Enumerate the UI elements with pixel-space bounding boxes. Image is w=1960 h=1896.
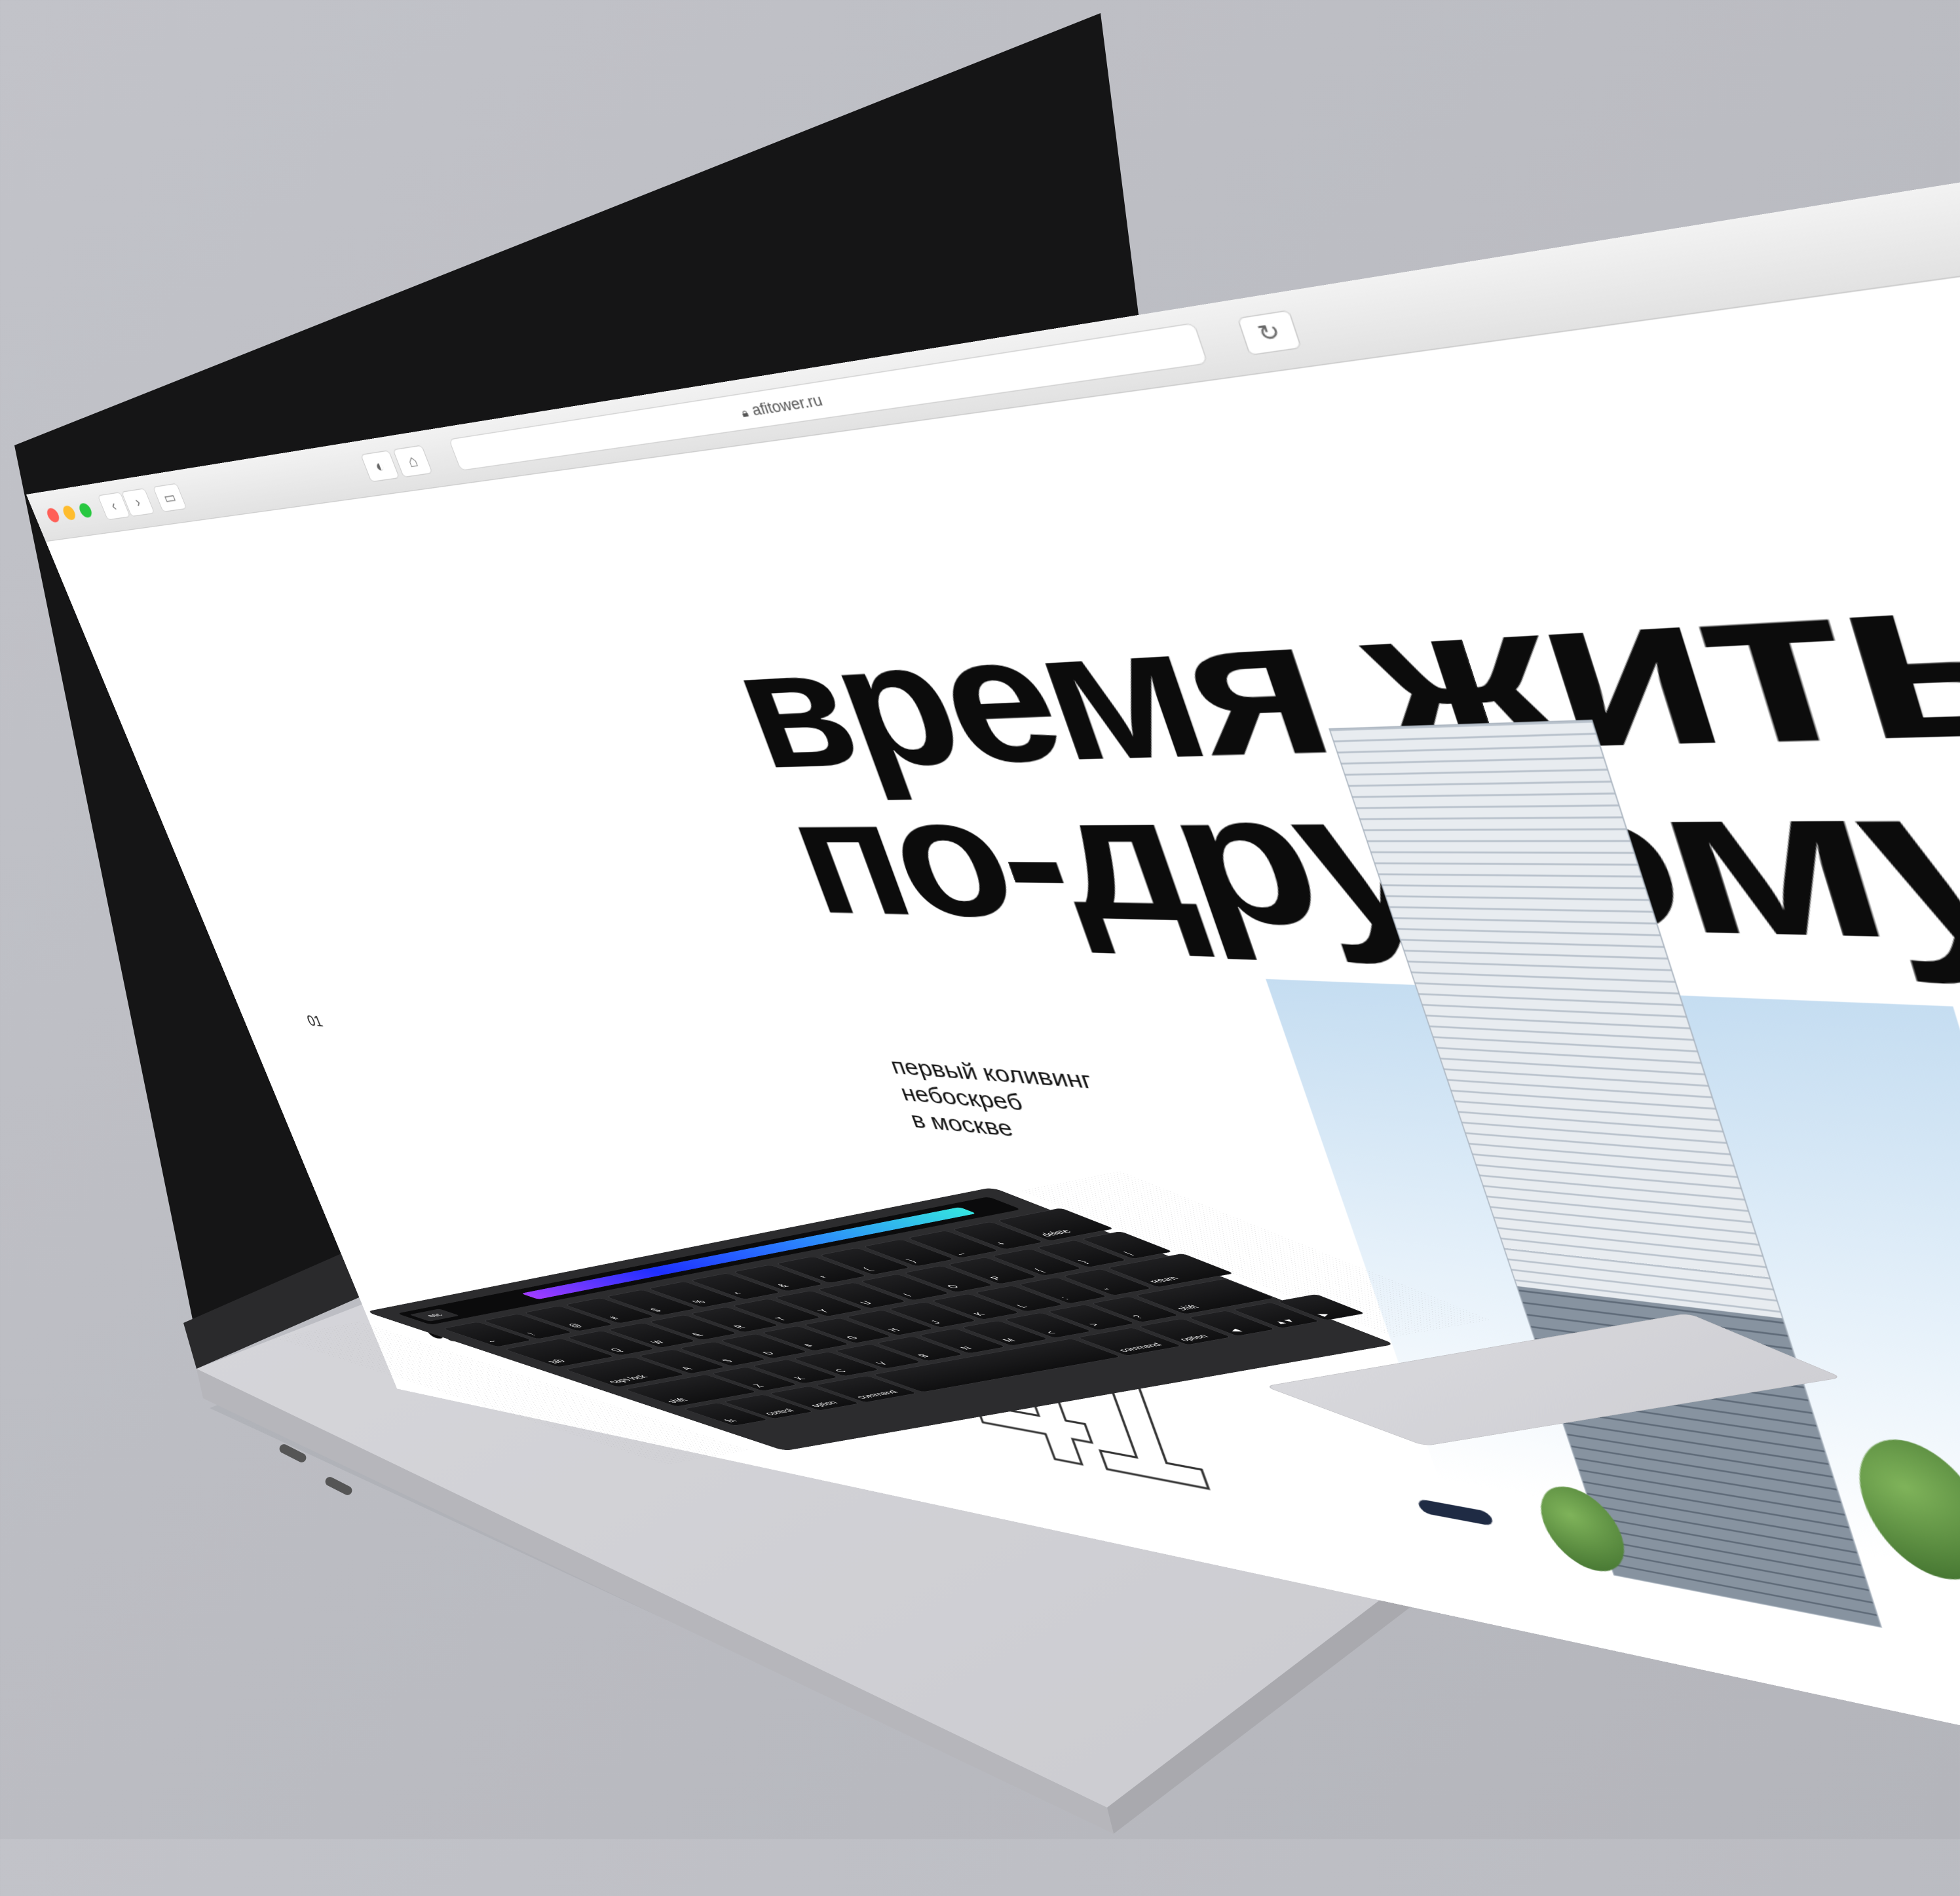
key-label: shift [1173, 1304, 1201, 1312]
key-label: B [915, 1353, 932, 1358]
key-label: command [1115, 1342, 1165, 1353]
key-label: { [1031, 1267, 1046, 1273]
key-label: > [1085, 1322, 1102, 1328]
key-label: tab [545, 1358, 569, 1365]
key-label: H [885, 1327, 903, 1333]
key-label: * [816, 1274, 833, 1280]
key-label: < [1042, 1329, 1059, 1335]
reload-icon[interactable]: ↻ [1237, 310, 1302, 356]
key-label: ? [1129, 1314, 1146, 1320]
key-label: delete [1037, 1228, 1075, 1238]
car-image [1416, 1498, 1495, 1527]
key-label: P [987, 1275, 1006, 1281]
key-label: M [1000, 1337, 1019, 1343]
key-label: X [791, 1375, 808, 1381]
key-label: R [730, 1324, 749, 1329]
key-label: E [688, 1331, 707, 1337]
url-text: afitower.ru [749, 391, 825, 419]
key-label: } [1076, 1259, 1091, 1265]
key-label: caps lock [605, 1374, 651, 1385]
lock-icon: 🔒︎ [739, 405, 751, 420]
key-label: F [801, 1343, 818, 1348]
shield-icon[interactable]: ◐ [360, 450, 400, 483]
key-label: N [957, 1345, 975, 1351]
key-label: K [970, 1311, 989, 1317]
key-label: ▲▼ [1270, 1318, 1299, 1326]
key-label: % [689, 1299, 709, 1305]
key-label: I [900, 1292, 914, 1298]
key-label: ~ [483, 1339, 501, 1345]
key-label: : [1057, 1295, 1072, 1301]
usb-c-port [325, 1477, 352, 1495]
key-label: A [677, 1366, 696, 1371]
slide-number: 01 [305, 1013, 326, 1030]
hero-subtext: первый коливинг небоскреб в москве [887, 1053, 1195, 1160]
mockup-scene: ‹ › ▭ ◐ ⌂ 🔒︎afitower.ru ↻ ⧉ + время жить… [0, 0, 1960, 1896]
key-label: control [761, 1407, 797, 1417]
key-label: fn [721, 1418, 740, 1424]
key-label: J [928, 1320, 944, 1325]
key-label: command [853, 1389, 901, 1400]
key-label: T [772, 1316, 789, 1322]
key-label: @ [565, 1322, 586, 1329]
key-label: # [606, 1315, 623, 1321]
key-label: O [943, 1284, 962, 1290]
key-label: U [857, 1300, 875, 1306]
key-label: + [992, 1240, 1010, 1247]
maximize-dot[interactable] [77, 502, 94, 519]
key-label: ◀ [1226, 1328, 1244, 1333]
share-icon[interactable]: ⌂ [392, 445, 433, 478]
key-label: S [719, 1358, 736, 1364]
key-label: C [832, 1368, 850, 1374]
key-label: " [1101, 1287, 1117, 1293]
key-label: & [774, 1282, 792, 1289]
key-label: D [759, 1350, 778, 1356]
key-label: ( [860, 1267, 875, 1272]
close-dot[interactable] [45, 507, 62, 523]
key-label: Y [814, 1308, 833, 1314]
key-label: return [1146, 1275, 1182, 1284]
key-label: ! [524, 1331, 539, 1337]
key-label: option [807, 1400, 841, 1408]
sidebar-icon[interactable]: ▭ [153, 483, 187, 513]
key-label: Q [607, 1347, 626, 1353]
key-label: ) [903, 1258, 919, 1264]
key-label: Z [750, 1383, 767, 1388]
key-label: _ [948, 1249, 965, 1255]
key-label: L [1013, 1303, 1030, 1309]
key-label: | [1121, 1251, 1135, 1256]
key-label: G [842, 1335, 861, 1341]
key-label: V [873, 1360, 891, 1366]
key-label: W [648, 1339, 668, 1345]
minimize-dot[interactable] [61, 505, 78, 521]
key-label: shift [664, 1397, 690, 1404]
key-label: ▶ [1315, 1312, 1333, 1318]
key-label: option [1176, 1333, 1212, 1343]
key-label: ^ [731, 1291, 747, 1297]
key-label: $ [647, 1307, 664, 1313]
esc-key[interactable]: esc [409, 1309, 460, 1322]
